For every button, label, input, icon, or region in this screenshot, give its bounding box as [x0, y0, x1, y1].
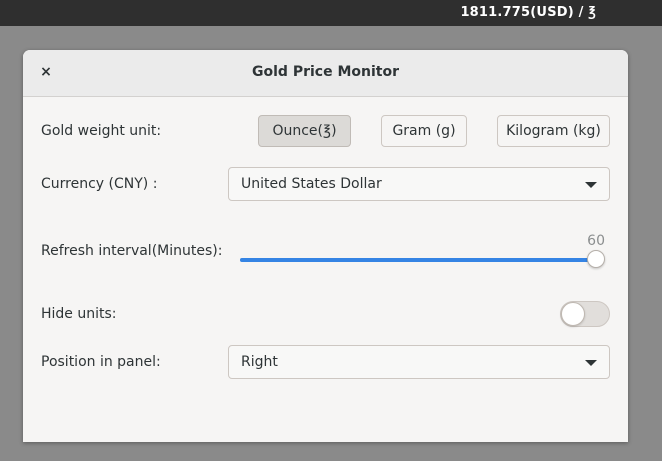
currency-value: United States Dollar	[241, 176, 382, 192]
position-label: Position in panel:	[41, 354, 161, 370]
position-dropdown[interactable]: Right	[228, 345, 610, 379]
unit-ounce-button[interactable]: Ounce(℥)	[258, 115, 351, 147]
currency-label: Currency (CNY) :	[41, 176, 158, 192]
unit-kilogram-button[interactable]: Kilogram (kg)	[497, 115, 610, 147]
hide-units-label: Hide units:	[41, 306, 117, 322]
dialog-title: Gold Price Monitor	[252, 64, 399, 80]
currency-dropdown[interactable]: United States Dollar	[228, 167, 610, 201]
weight-unit-label: Gold weight unit:	[41, 123, 162, 139]
refresh-interval-slider-track[interactable]	[240, 258, 596, 262]
refresh-interval-label: Refresh interval(Minutes):	[41, 243, 223, 259]
dialog-header: × Gold Price Monitor	[23, 50, 628, 97]
top-panel: 1811.775(USD) / ℥	[0, 0, 662, 26]
refresh-interval-slider-handle[interactable]	[587, 250, 605, 268]
chevron-down-icon	[585, 360, 597, 366]
unit-gram-button[interactable]: Gram (g)	[381, 115, 467, 147]
chevron-down-icon	[585, 182, 597, 188]
refresh-interval-slider-fill	[240, 258, 596, 262]
preferences-dialog: × Gold Price Monitor Gold weight unit: O…	[23, 50, 628, 442]
refresh-interval-value: 60	[587, 233, 605, 249]
switch-knob	[561, 302, 585, 326]
hide-units-switch[interactable]	[560, 301, 610, 327]
position-value: Right	[241, 354, 278, 370]
gold-price-indicator[interactable]: 1811.775(USD) / ℥	[460, 5, 596, 20]
